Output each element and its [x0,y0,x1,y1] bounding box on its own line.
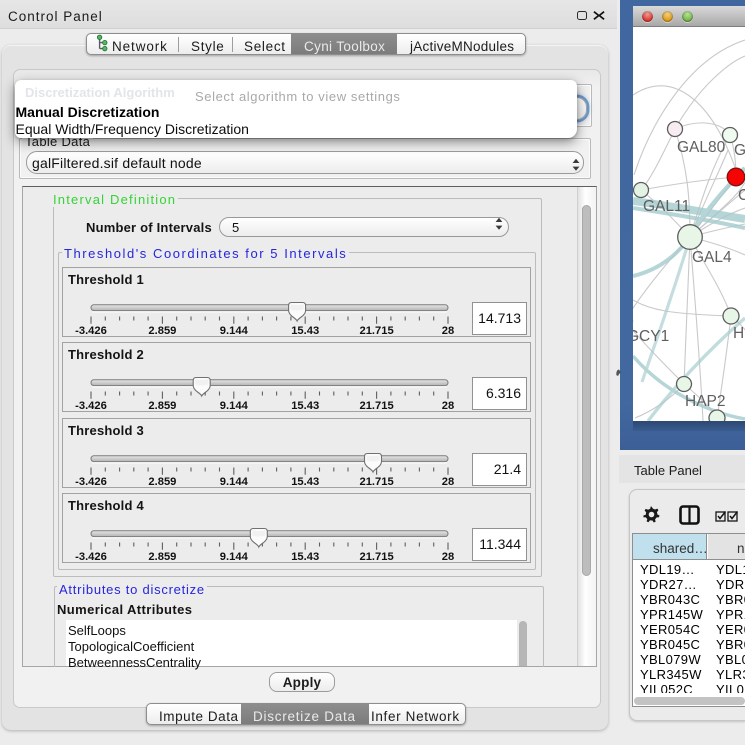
svg-text:21.715: 21.715 [359,551,393,563]
svg-text:9.144: 9.144 [220,551,249,563]
svg-text:28: 28 [442,400,454,412]
svg-text:H: H [733,325,744,342]
svg-text:GCY1: GCY1 [633,328,669,345]
svg-text:21.715: 21.715 [359,476,393,488]
svg-text:HAP2: HAP2 [685,393,726,410]
svg-text:2.859: 2.859 [148,400,176,412]
svg-text:15.43: 15.43 [291,476,319,488]
svg-text:21.715: 21.715 [359,400,393,412]
svg-text:28: 28 [442,551,454,563]
svg-text:15.43: 15.43 [291,551,319,563]
svg-text:9.144: 9.144 [220,400,249,412]
svg-text:GAL4: GAL4 [692,249,732,266]
svg-text:2.859: 2.859 [148,551,176,563]
svg-text:28: 28 [442,476,454,488]
svg-text:C: C [738,187,745,204]
svg-text:15.43: 15.43 [291,400,319,412]
svg-text:-3.426: -3.426 [75,325,107,337]
svg-text:GA: GA [734,142,745,159]
svg-text:9.144: 9.144 [220,476,249,488]
svg-text:-3.426: -3.426 [75,476,107,488]
svg-text:GAL80: GAL80 [677,139,726,156]
svg-text:21.715: 21.715 [359,325,393,337]
svg-text:2.859: 2.859 [148,325,176,337]
svg-text:GAL11: GAL11 [643,198,690,215]
svg-text:28: 28 [442,325,454,337]
svg-text:2.859: 2.859 [148,476,176,488]
svg-text:-3.426: -3.426 [75,400,107,412]
svg-text:-3.426: -3.426 [75,551,107,563]
svg-text:15.43: 15.43 [291,325,319,337]
svg-text:9.144: 9.144 [220,325,249,337]
